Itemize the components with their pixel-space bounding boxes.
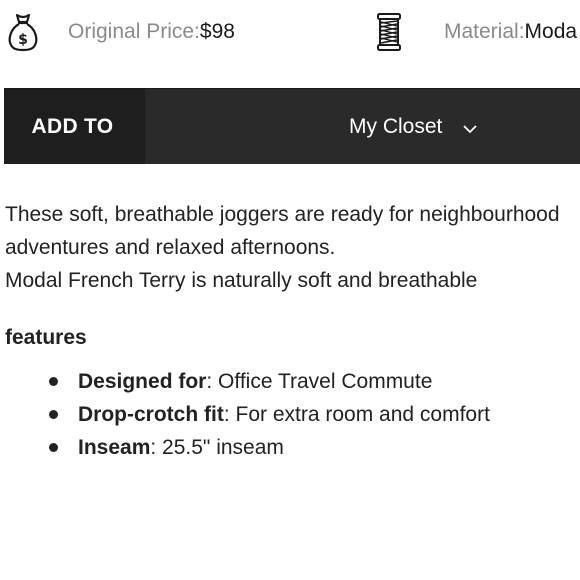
feature-key: Drop-crotch fit	[78, 403, 224, 426]
feature-value: : 25.5" inseam	[150, 436, 284, 459]
bullet-icon	[49, 377, 58, 386]
chevron-down-icon	[462, 119, 478, 135]
description-line: adventures and relaxed afternoons.	[5, 236, 336, 259]
feature-value: : For extra room and comfort	[223, 403, 490, 426]
original-price-value: $98	[199, 20, 235, 43]
closet-dropdown-value: My Closet	[349, 114, 443, 138]
material-value: Moda	[524, 20, 578, 43]
add-to-closet-bar: ADD TO My Closet	[4, 88, 580, 164]
feature-key: Designed for	[78, 370, 207, 393]
feature-item: Drop-crotch fit: For extra room and comf…	[0, 398, 490, 431]
material-label: Material:	[444, 20, 525, 43]
features-list: Designed for: Office Travel Commute Drop…	[0, 365, 490, 464]
product-info-row: $ Original Price: $98 Material: Moda	[0, 0, 580, 64]
feature-key: Inseam	[78, 436, 151, 459]
feature-value: : Office Travel Commute	[206, 370, 433, 393]
bullet-icon	[49, 443, 58, 452]
add-to-button[interactable]: ADD TO	[4, 89, 145, 164]
original-price: $ Original Price: $98	[6, 12, 235, 52]
feature-item: Inseam: 25.5" inseam	[0, 431, 490, 464]
svg-text:$: $	[18, 32, 28, 48]
money-bag-icon: $	[6, 12, 40, 52]
product-description: These soft, breathable joggers are ready…	[5, 198, 580, 297]
description-line: These soft, breathable joggers are ready…	[5, 203, 560, 226]
description-line: Modal French Terry is naturally soft and…	[5, 269, 478, 292]
features-heading: features	[5, 326, 87, 349]
fabric-spool-icon	[376, 12, 410, 52]
original-price-label: Original Price:	[68, 20, 200, 43]
material: Material: Moda	[376, 12, 577, 52]
closet-dropdown[interactable]: My Closet	[349, 89, 478, 164]
feature-item: Designed for: Office Travel Commute	[0, 365, 490, 398]
bullet-icon	[49, 410, 58, 419]
